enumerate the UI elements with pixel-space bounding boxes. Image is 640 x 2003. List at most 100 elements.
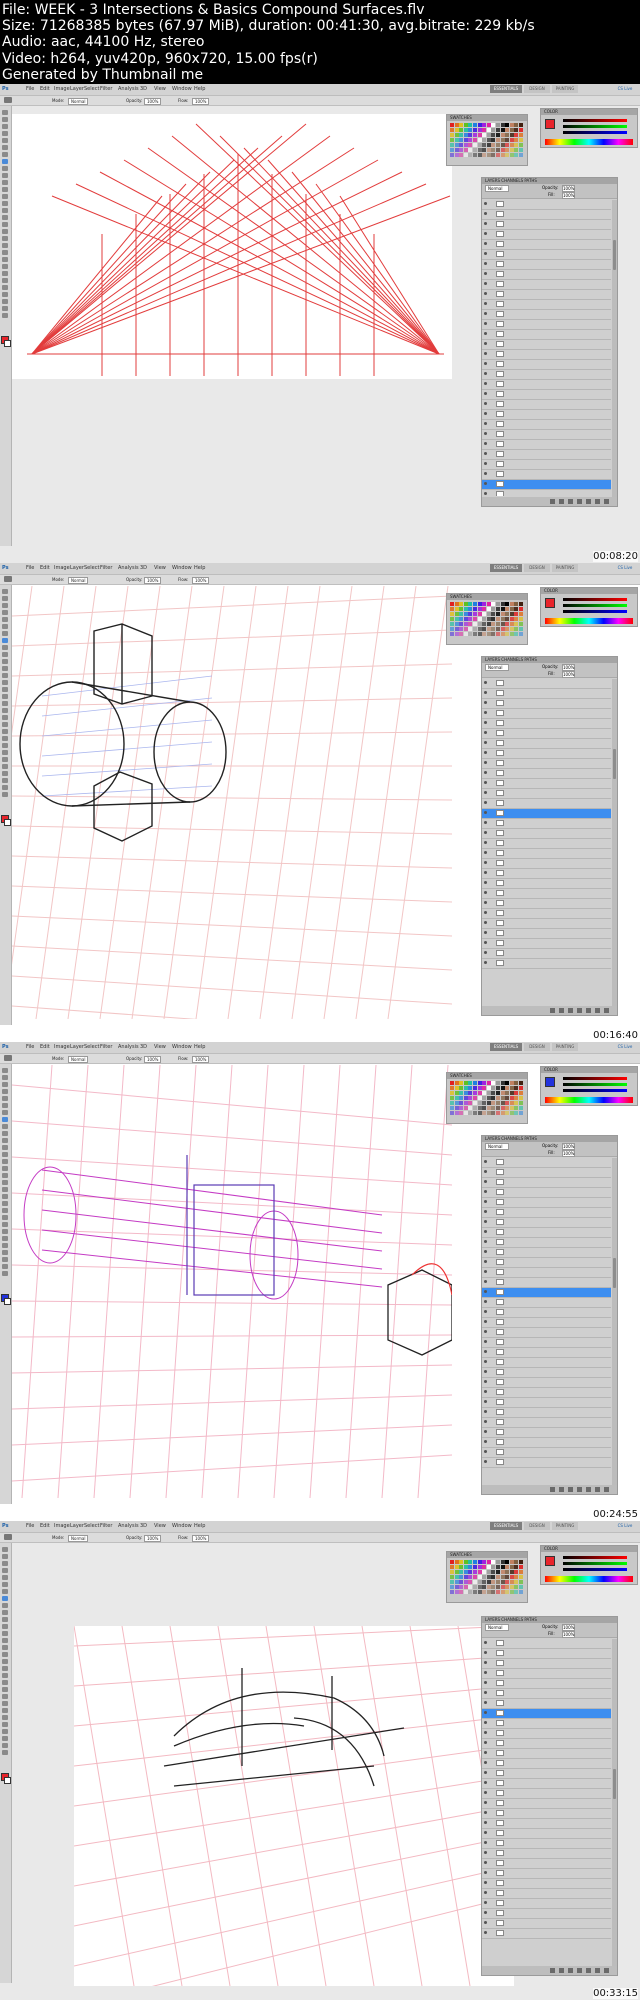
menu-item-image[interactable]: Image (54, 1044, 70, 1050)
swatch[interactable] (509, 1111, 514, 1115)
tool-icon[interactable] (2, 1547, 8, 1552)
color-spectrum[interactable] (545, 1097, 633, 1103)
swatch[interactable] (477, 153, 482, 157)
swatch[interactable] (482, 128, 487, 132)
layer-row[interactable] (482, 719, 611, 729)
swatch[interactable] (514, 148, 519, 152)
tool-icon[interactable] (2, 750, 8, 755)
swatch[interactable] (463, 1560, 468, 1564)
visibility-eye-icon[interactable] (484, 1811, 487, 1814)
swatch[interactable] (519, 143, 523, 147)
tool-icon[interactable] (2, 1596, 8, 1601)
visibility-eye-icon[interactable] (484, 811, 487, 814)
tool-icon[interactable] (2, 1687, 8, 1692)
swatch[interactable] (477, 1590, 482, 1594)
tool-icon[interactable] (2, 610, 8, 615)
layer-action-icon[interactable] (568, 1487, 573, 1492)
swatch[interactable] (486, 148, 491, 152)
swatch[interactable] (505, 138, 510, 142)
menu-item-image[interactable]: Image (54, 86, 70, 92)
tool-icon[interactable] (2, 764, 8, 769)
background-color-swatch[interactable] (4, 340, 11, 347)
tool-icon[interactable] (2, 1173, 8, 1178)
layer-row[interactable] (482, 679, 611, 689)
layer-row[interactable] (482, 1308, 611, 1318)
menu-item-window[interactable]: Window (172, 1044, 192, 1050)
visibility-eye-icon[interactable] (484, 272, 487, 275)
tool-icon[interactable] (2, 1145, 8, 1150)
layer-row[interactable] (482, 1699, 611, 1709)
swatch[interactable] (519, 1580, 523, 1584)
swatch[interactable] (459, 1575, 464, 1579)
swatch[interactable] (477, 148, 482, 152)
swatch[interactable] (454, 1590, 459, 1594)
layer-action-icon[interactable] (577, 1487, 582, 1492)
tool-icon[interactable] (2, 306, 8, 311)
swatch[interactable] (491, 1111, 496, 1115)
swatch[interactable] (459, 138, 464, 142)
swatch[interactable] (463, 1106, 468, 1110)
swatch[interactable] (514, 143, 519, 147)
menu-item-image[interactable]: Image (54, 1523, 70, 1529)
swatch[interactable] (482, 1101, 487, 1105)
workspace-button-essentials[interactable]: ESSENTIALS (490, 564, 522, 572)
swatch[interactable] (514, 1590, 519, 1594)
visibility-eye-icon[interactable] (484, 1170, 487, 1173)
layer-fill-field[interactable]: 100% (562, 1150, 576, 1157)
swatch[interactable] (463, 1081, 468, 1085)
swatch[interactable] (514, 128, 519, 132)
swatch[interactable] (482, 1091, 487, 1095)
swatch[interactable] (500, 1086, 505, 1090)
swatch[interactable] (496, 617, 500, 621)
visibility-eye-icon[interactable] (484, 961, 487, 964)
visibility-eye-icon[interactable] (484, 1430, 487, 1433)
swatch[interactable] (514, 1565, 519, 1569)
swatch[interactable] (509, 128, 514, 132)
swatch[interactable] (491, 632, 496, 636)
visibility-eye-icon[interactable] (484, 1460, 487, 1463)
layer-action-icon[interactable] (595, 499, 600, 504)
swatch[interactable] (468, 607, 473, 611)
swatch[interactable] (514, 1091, 519, 1095)
swatch[interactable] (477, 128, 482, 132)
tool-icon[interactable] (2, 596, 8, 601)
swatch[interactable] (519, 1086, 523, 1090)
swatch[interactable] (519, 133, 523, 137)
tool-icon[interactable] (2, 180, 8, 185)
swatch[interactable] (473, 143, 477, 147)
swatch[interactable] (514, 123, 519, 127)
visibility-eye-icon[interactable] (484, 931, 487, 934)
visibility-eye-icon[interactable] (484, 362, 487, 365)
tool-icon[interactable] (2, 1089, 8, 1094)
tool-icon[interactable] (2, 757, 8, 762)
layer-row[interactable] (482, 1168, 611, 1178)
swatch[interactable] (509, 133, 514, 137)
layer-row[interactable] (482, 490, 611, 496)
swatch[interactable] (450, 1590, 454, 1594)
swatch[interactable] (454, 148, 459, 152)
layer-row[interactable] (482, 1769, 611, 1779)
swatch[interactable] (463, 1585, 468, 1589)
swatch[interactable] (454, 123, 459, 127)
swatches-tab[interactable]: SWATCHES (450, 594, 472, 599)
swatch[interactable] (505, 1106, 510, 1110)
swatch[interactable] (454, 1091, 459, 1095)
workspace-button-design[interactable]: DESIGN (524, 1522, 550, 1530)
visibility-eye-icon[interactable] (484, 332, 487, 335)
tool-icon[interactable] (2, 257, 8, 262)
swatch[interactable] (450, 128, 454, 132)
document-canvas[interactable] (11, 1064, 453, 1499)
swatch[interactable] (477, 602, 482, 606)
swatch[interactable] (505, 1091, 510, 1095)
layer-row[interactable] (482, 1759, 611, 1769)
swatch[interactable] (473, 627, 477, 631)
menu-item-edit[interactable]: Edit (40, 1523, 50, 1529)
menu-item-analysis[interactable]: Analysis (118, 565, 139, 571)
layer-fill-field[interactable]: 100% (562, 1631, 576, 1638)
swatch[interactable] (463, 617, 468, 621)
swatch[interactable] (459, 1086, 464, 1090)
swatch[interactable] (454, 1565, 459, 1569)
tool-icon[interactable] (2, 603, 8, 608)
swatch[interactable] (482, 1096, 487, 1100)
layer-row[interactable] (482, 849, 611, 859)
